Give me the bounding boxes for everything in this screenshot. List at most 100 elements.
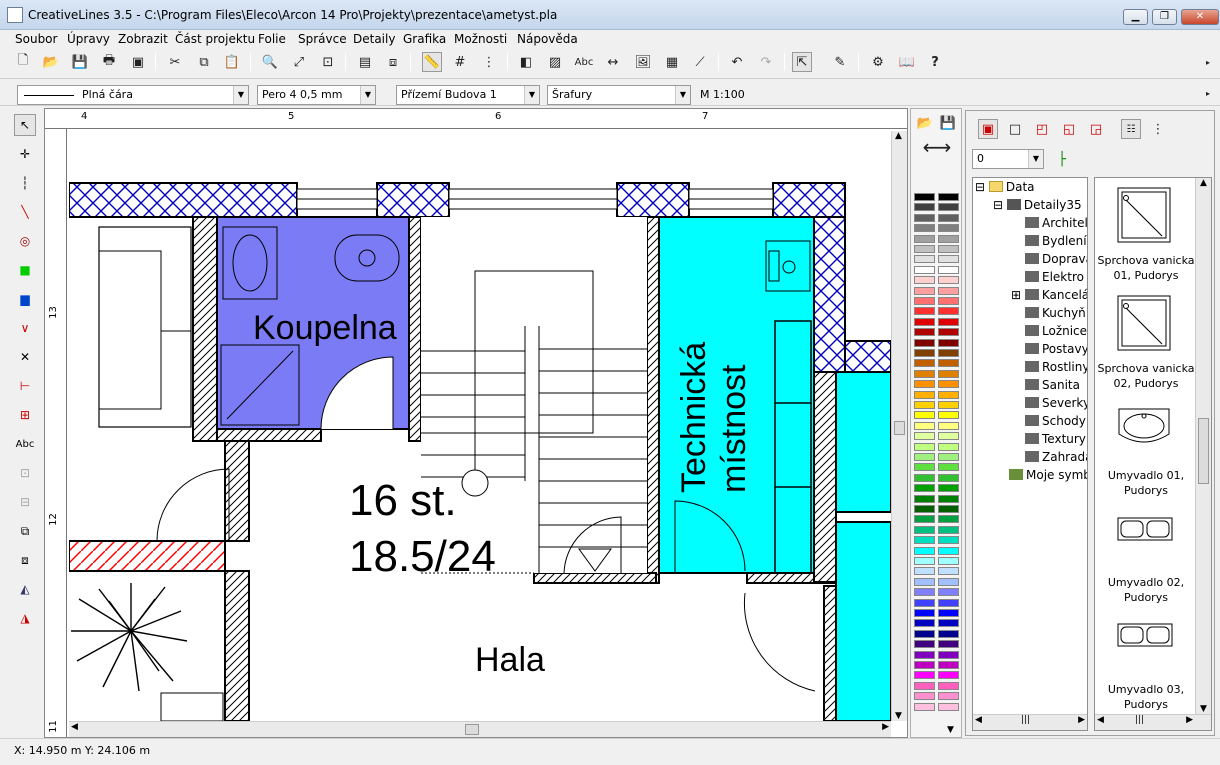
menu-napoveda[interactable]: Nápověda [517,32,578,46]
color-swatch[interactable] [938,484,959,493]
color-swatch[interactable] [914,255,935,264]
tree-item[interactable]: Rostliny [1025,358,1087,376]
color-swatch[interactable] [914,276,935,285]
level-select[interactable]: 0 ▼ [972,149,1044,169]
menu-moznosti[interactable]: Možnosti [454,32,507,46]
fill-icon[interactable]: ◧ [516,52,536,72]
color-swatch[interactable] [914,421,935,430]
color-swatch[interactable] [914,702,935,711]
color-palette[interactable] [911,193,961,713]
view-corner3-icon[interactable]: ◲ [1086,119,1106,139]
toolbar-overflow-icon[interactable]: ▸ [1198,83,1218,103]
chevron-down-icon[interactable]: ▼ [675,86,690,104]
color-swatch[interactable] [914,213,935,222]
color-swatch[interactable] [914,619,935,628]
chevron-down-icon[interactable]: ▼ [360,86,375,104]
color-swatch[interactable] [914,297,935,305]
color-swatch[interactable] [914,359,935,368]
print-icon[interactable]: 🖶 [99,52,119,72]
scroll-left-icon[interactable]: ◀ [975,715,982,725]
view-frame-icon[interactable]: □ [1005,119,1025,139]
color-swatch[interactable] [938,577,959,586]
color-swatch[interactable] [938,609,959,617]
color-swatch[interactable] [938,328,959,337]
color-swatch[interactable] [938,681,959,690]
color-swatch[interactable] [914,671,935,680]
color-swatch[interactable] [938,453,959,461]
scroll-up-icon[interactable]: ▲ [895,131,902,141]
menu-cast-projektu[interactable]: Část projektu [175,32,255,46]
color-swatch[interactable] [914,484,935,493]
color-swatch[interactable] [938,473,959,482]
color-swatch[interactable] [938,463,959,472]
color-swatch[interactable] [914,203,935,212]
chevron-down-icon[interactable]: ▼ [1028,150,1043,168]
color-swatch[interactable] [914,629,935,638]
color-swatch[interactable] [914,453,935,461]
menu-spravce[interactable]: Správce [298,32,347,46]
color-swatch[interactable] [914,338,935,347]
tree-view-icon[interactable]: ⋮ [1148,119,1168,139]
color-swatch[interactable] [938,390,959,399]
dimension-icon[interactable]: ⊢ [14,375,36,397]
color-swatch[interactable] [938,505,959,513]
color-swatch[interactable] [914,567,935,576]
menu-grafika[interactable]: Grafika [403,32,446,46]
book-icon[interactable]: 📖 [897,52,917,72]
color-swatch[interactable] [938,640,959,649]
undo-icon[interactable]: ↶ [727,52,747,72]
chevron-down-icon[interactable]: ▼ [233,86,248,104]
color-swatch[interactable] [914,245,935,253]
color-swatch[interactable] [914,328,935,337]
color-swatch[interactable] [914,557,935,565]
color-swatch[interactable] [938,692,959,701]
color-swatch[interactable] [938,557,959,565]
expand-horizontal-icon[interactable]: ⟷ [917,135,957,159]
color-swatch[interactable] [938,255,959,264]
color-swatch[interactable] [914,463,935,472]
menu-soubor[interactable]: Soubor [15,32,57,46]
image-icon[interactable]: 🖼 [633,52,653,72]
tree-item[interactable]: Architel [1025,214,1087,232]
menu-detaily[interactable]: Detaily [353,32,395,46]
color-swatch[interactable] [938,317,959,326]
color-swatch[interactable] [938,494,959,503]
color-swatch[interactable] [914,286,935,295]
drawing-canvas[interactable]: 4 5 6 7 13 12 11 Koupelna 16 st. 18.5/24… [44,108,908,738]
pen-select[interactable]: Pero 4 0,5 mm ▼ [257,85,376,105]
color-swatch[interactable] [938,567,959,576]
gradient-icon[interactable]: ▦ [662,52,682,72]
cut-icon[interactable]: ✂ [165,52,185,72]
color-swatch[interactable] [938,629,959,638]
library-tree[interactable]: ⊟ Data ⊟ Detaily35 Architel Bydlení Dopr… [972,177,1088,731]
color-swatch[interactable] [914,515,935,524]
line-width-icon[interactable]: ⟋ [690,52,710,72]
zoom-window-icon[interactable]: ⊡ [318,52,338,72]
pointer-icon[interactable]: ↖ [14,114,36,136]
tree-item[interactable]: Severky [1025,394,1087,412]
tree-node-user[interactable]: Moje symb [1009,466,1087,484]
menu-zobrazit[interactable]: Zobrazit [118,32,168,46]
color-swatch[interactable] [938,307,959,316]
horizontal-scrollbar[interactable]: ◀ ||| ▶ [973,714,1087,730]
settings-icon[interactable]: ⚙ [868,52,888,72]
scroll-down-icon[interactable]: ▼ [895,711,902,721]
horizontal-scrollbar[interactable]: ◀ ||| ▶ [1095,714,1211,730]
circle-icon[interactable]: ◎ [14,230,36,252]
color-swatch[interactable] [938,598,959,607]
color-swatch[interactable] [938,369,959,378]
double-washbasin-icon[interactable] [1116,622,1174,648]
color-swatch[interactable] [938,224,959,233]
tree-item[interactable]: Postavy [1025,340,1087,358]
tree-item[interactable]: Kuchyň [1025,304,1086,322]
layer-select[interactable]: Přízemí Budova 1 ▼ [396,85,540,105]
chevron-down-icon[interactable]: ▼ [524,86,539,104]
color-swatch[interactable] [914,546,935,555]
tree-structure-icon[interactable]: ├ [1052,149,1072,169]
bring-front-icon[interactable]: ⧉ [14,520,36,542]
color-swatch[interactable] [938,546,959,555]
color-swatch[interactable] [938,338,959,347]
open-folder-icon[interactable]: 📂 [915,113,935,133]
send-back-icon[interactable]: ⧈ [14,549,36,571]
close-button[interactable]: ✕ [1181,9,1219,25]
